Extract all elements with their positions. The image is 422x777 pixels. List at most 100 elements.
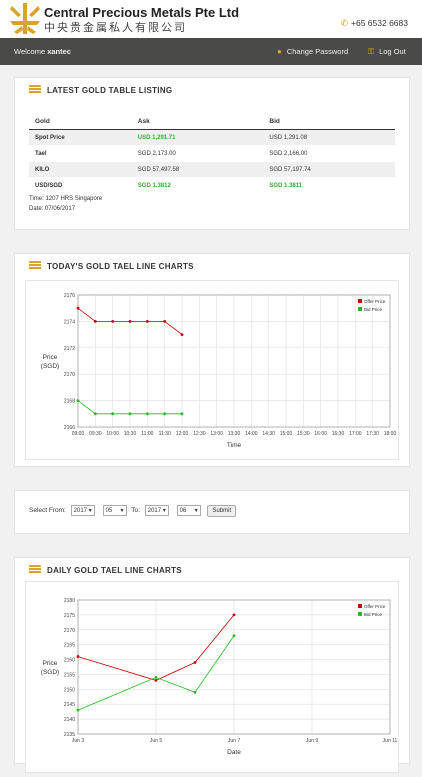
y-axis-label: (SGD)	[41, 363, 59, 370]
phone-text: +65 6532 6683	[351, 18, 408, 28]
data-point	[76, 399, 80, 402]
today-chart-heading: TODAY'S GOLD TAEL LINE CHARTS	[29, 261, 194, 273]
from-month-select[interactable]: 05 ▾	[102, 505, 127, 516]
data-point	[145, 320, 149, 323]
data-point	[128, 412, 132, 416]
y-tick-label: 2180	[64, 598, 75, 604]
x-tick-label: 10:30	[124, 431, 137, 437]
ask-cell: SGD 2,173.00	[131, 145, 264, 162]
y-axis-label: Price	[43, 354, 58, 361]
data-point	[111, 412, 115, 416]
phone-icon: ✆	[340, 18, 349, 28]
y-tick-label: 2160	[64, 658, 75, 664]
y-axis-label: (SGD)	[41, 669, 59, 676]
legend-swatch	[358, 299, 362, 303]
gold-cell: KILO	[29, 161, 132, 178]
x-tick-label: 14:30	[262, 431, 275, 437]
y-tick-label: 2170	[64, 628, 75, 634]
data-point	[163, 412, 167, 416]
x-tick-label: 11:30	[159, 431, 171, 437]
to-month-select[interactable]: 06 ▾	[176, 505, 201, 516]
legend-label: Offer Price	[364, 299, 386, 304]
data-point	[232, 613, 236, 617]
daily-chart-title: DAILY GOLD TAEL LINE CHARTS	[47, 566, 182, 575]
x-tick-label: Jun 3	[72, 738, 84, 744]
y-tick-label: 2174	[64, 319, 75, 325]
column-header: Ask	[131, 114, 264, 130]
data-point	[163, 320, 167, 323]
data-point	[232, 634, 236, 638]
x-tick-label: 17:00	[349, 431, 362, 437]
column-header: Bid	[263, 114, 395, 130]
x-tick-label: 16:30	[332, 431, 345, 437]
welcome-prefix: Welcome	[14, 47, 46, 56]
data-point	[111, 320, 115, 323]
ask-cell: SGD 1.3812	[131, 177, 264, 194]
x-tick-label: Jun 11	[383, 738, 398, 744]
x-tick-label: 18:00	[384, 431, 397, 437]
from-year-select[interactable]: 2017 ▾	[70, 505, 95, 516]
latest-gold-heading: LATEST GOLD TABLE LISTING	[29, 85, 172, 97]
data-point	[193, 661, 197, 664]
data-point	[76, 708, 80, 712]
data-point	[93, 320, 97, 323]
data-point	[154, 676, 158, 679]
y-tick-label: 2165	[64, 643, 75, 649]
x-tick-label: 15:30	[297, 431, 310, 437]
brand-name-chinese: 中央贵金属私人有限公司	[44, 22, 187, 34]
ask-cell: SGD 57,497.58	[131, 161, 264, 178]
logout-link[interactable]: ⚿ Log Out	[368, 47, 406, 57]
ask-cell: USD 1,291.71	[131, 129, 264, 146]
gold-price-table: Gold Ask Bid Spot Price USD 1,291.71 USD…	[29, 114, 395, 194]
data-point	[93, 412, 97, 416]
x-tick-label: 13:30	[228, 431, 241, 437]
data-point	[128, 320, 132, 323]
to-label: To:	[131, 507, 140, 514]
y-axis-label: Price	[43, 660, 58, 667]
to-month-value: 06	[179, 508, 187, 514]
gold-bars-icon	[29, 85, 41, 94]
from-year-value: 2017	[73, 508, 88, 514]
user-icon: ●	[277, 47, 282, 56]
legend-swatch	[358, 307, 362, 311]
legend-swatch	[358, 612, 362, 616]
legend-label: Bid Price	[364, 307, 383, 312]
latest-gold-title: LATEST GOLD TABLE LISTING	[47, 86, 173, 95]
phone-number[interactable]: ✆ +65 6532 6683	[340, 18, 408, 29]
y-tick-label: 2176	[64, 293, 75, 299]
today-chart-title: TODAY'S GOLD TAEL LINE CHARTS	[47, 262, 194, 271]
y-tick-label: 2175	[64, 613, 75, 619]
x-tick-label: Jun 7	[228, 738, 240, 744]
y-tick-label: 2168	[64, 399, 75, 405]
daily-chart-heading: DAILY GOLD TAEL LINE CHARTS	[29, 565, 182, 577]
gold-cell: Tael	[29, 145, 132, 162]
gold-bars-icon	[29, 261, 41, 270]
bid-cell: SGD 2,166.00	[263, 145, 395, 162]
change-password-link[interactable]: ● Change Password	[277, 47, 348, 56]
x-tick-label: Jun 5	[150, 738, 162, 744]
submit-button[interactable]: Submit	[207, 505, 237, 517]
today-chart-card: TODAY'S GOLD TAEL LINE CHARTS 2166 2168 21…	[14, 253, 410, 467]
data-point	[154, 679, 158, 682]
x-tick-label: 17:30	[366, 431, 379, 437]
legend-label: Bid Price	[364, 612, 383, 617]
y-tick-label: 2150	[64, 687, 75, 693]
data-point	[76, 306, 80, 310]
x-axis-label: Date	[227, 749, 241, 756]
table-row: Spot Price USD 1,291.71 USD 1,291.08	[29, 129, 395, 146]
gold-cell: USD/SGD	[29, 177, 132, 194]
x-axis-label: Time	[227, 442, 242, 449]
y-tick-label: 2172	[64, 346, 75, 352]
data-point	[180, 412, 184, 416]
to-year-select[interactable]: 2017 ▾	[144, 505, 169, 516]
legend-swatch	[358, 604, 362, 608]
x-tick-label: 10:00	[106, 431, 119, 437]
to-year-value: 2017	[147, 508, 162, 514]
brand-name: Central Precious Metals Pte Ltd	[44, 5, 240, 20]
x-tick-label: 15:00	[280, 431, 293, 437]
x-tick-label: 09:30	[89, 431, 102, 437]
data-point	[180, 333, 184, 336]
legend-label: Offer Price	[364, 604, 386, 609]
today-chart-frame: 2166 2168 2170 2172 2174 2176 09:00 09:30 10:00 1…	[25, 280, 399, 460]
gold-bars-icon	[29, 565, 41, 574]
